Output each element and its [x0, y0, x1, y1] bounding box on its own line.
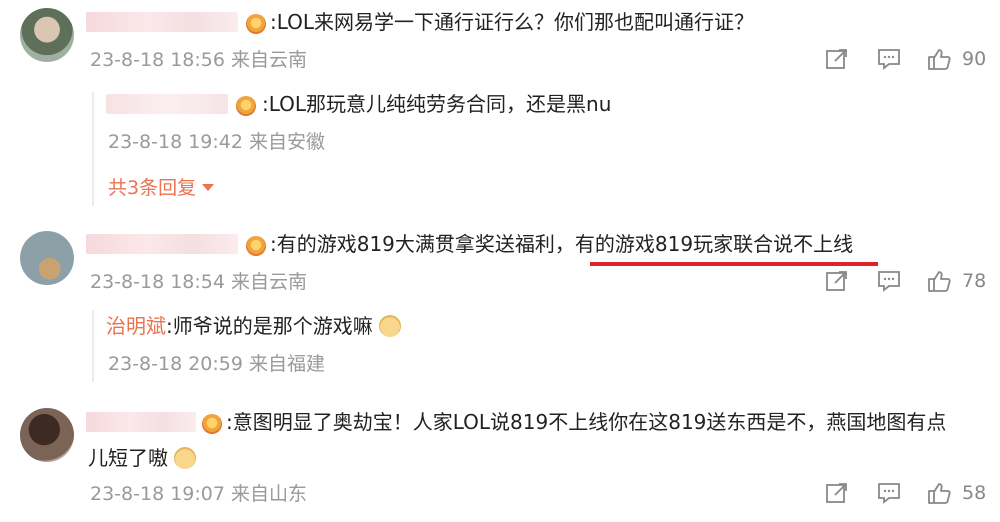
like-icon[interactable] — [926, 481, 952, 505]
avatar[interactable] — [20, 8, 74, 62]
comment-text-line2: 儿短了嗷 — [88, 444, 197, 472]
reply-meta: 23-8-18 19:42 来自安徽 — [108, 131, 325, 153]
like-count: 58 — [962, 482, 987, 504]
like-count: 78 — [962, 270, 987, 292]
reply-divider — [92, 92, 94, 206]
view-replies-label: 共3条回复 — [108, 177, 197, 199]
like-count: 90 — [962, 48, 987, 70]
share-icon[interactable] — [824, 481, 850, 505]
comment-icon[interactable] — [876, 47, 902, 71]
member-badge-icon — [246, 236, 266, 256]
like-icon[interactable] — [926, 47, 952, 71]
reply-divider — [92, 310, 94, 382]
reply-text: :LOL那玩意儿纯纯劳务合同，还是黑nu — [262, 92, 612, 116]
username-blurred[interactable] — [86, 412, 196, 432]
comment-meta: 23-8-18 18:56 来自云南 — [90, 49, 307, 71]
like-icon[interactable] — [926, 269, 952, 293]
reply-text: 治明斌:师爷说的是那个游戏嘛 — [106, 312, 402, 340]
comment-icon[interactable] — [876, 481, 902, 505]
comment-text-line1: :意图明显了奥劫宝！人家LOL说819不上线你在这819送东西是不，燕国地图有点 — [226, 410, 947, 434]
reply-meta: 23-8-18 20:59 来自福建 — [108, 353, 325, 375]
reply-username-blurred[interactable] — [106, 94, 228, 114]
reply-body: :师爷说的是那个游戏嘛 — [166, 314, 373, 338]
view-replies-link[interactable]: 共3条回复 — [108, 176, 215, 200]
comment-text: :有的游戏819大满贯拿奖送福利，有的游戏819玩家联合说不上线 — [270, 230, 853, 258]
share-icon[interactable] — [824, 269, 850, 293]
emoji-icon — [174, 446, 197, 469]
caret-down-icon — [202, 184, 215, 191]
comment-actions: 90 — [820, 47, 1000, 71]
comment-text-part2-highlighted: 有的游戏819玩家联合说不上线 — [574, 232, 854, 256]
comment-text: :LOL来网易学一下通行证行么？你们那也配叫通行证？ — [270, 10, 755, 34]
comment-meta: 23-8-18 18:54 来自云南 — [90, 271, 307, 293]
member-badge-icon — [202, 414, 222, 434]
red-underline — [590, 262, 878, 266]
comment-actions: 78 — [820, 269, 1000, 293]
comment-meta: 23-8-18 19:07 来自山东 — [90, 483, 307, 505]
member-badge-icon — [236, 96, 256, 116]
reply-username[interactable]: 治明斌 — [106, 314, 166, 338]
comment-text-part1: :有的游戏819大满贯拿奖送福利， — [270, 232, 575, 256]
comment-actions: 58 — [820, 481, 1000, 505]
username-blurred[interactable] — [86, 234, 238, 254]
username-blurred[interactable] — [86, 12, 238, 32]
member-badge-icon — [246, 14, 266, 34]
comment-text-line2-body: 儿短了嗷 — [88, 446, 168, 470]
comment-icon[interactable] — [876, 269, 902, 293]
emoji-icon — [379, 314, 402, 337]
avatar[interactable] — [20, 408, 74, 462]
avatar[interactable] — [20, 231, 74, 285]
share-icon[interactable] — [824, 47, 850, 71]
